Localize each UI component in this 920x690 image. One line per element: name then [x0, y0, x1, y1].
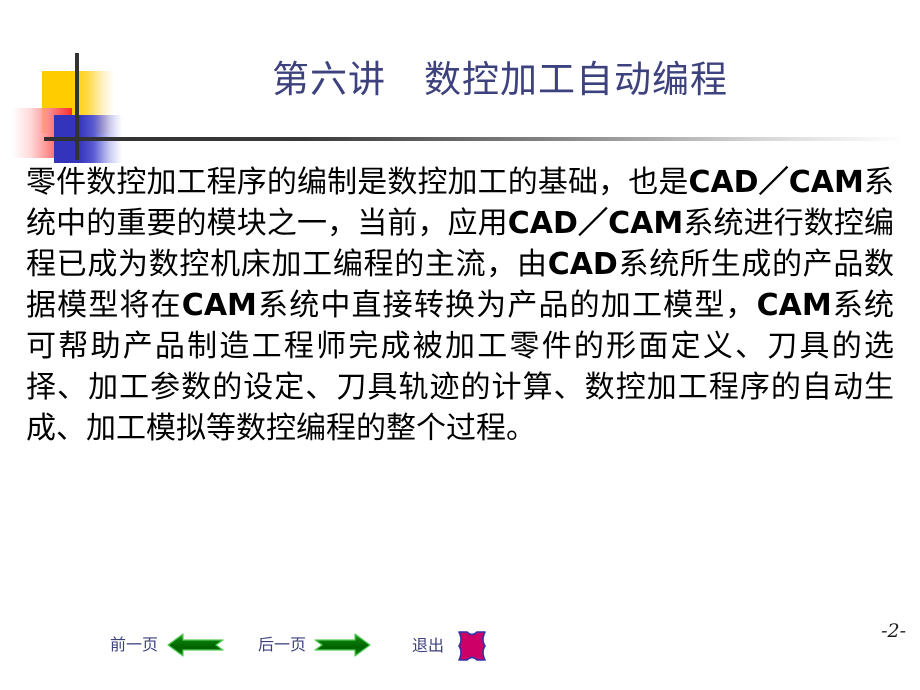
exit-label: 退出 — [412, 636, 445, 655]
exit-button[interactable]: 退出 — [412, 629, 492, 663]
ornament-red-block — [12, 108, 72, 158]
slide: 第六讲 数控加工自动编程 零件数控加工程序的编制是数控加工的基础，也是CAD／C… — [0, 0, 920, 690]
next-page-button[interactable]: 后一页 — [258, 631, 372, 659]
next-page-label: 后一页 — [258, 635, 307, 654]
ornament-vertical-rule — [75, 53, 79, 160]
arrow-right-icon[interactable] — [314, 631, 372, 659]
page-title: 第六讲 数控加工自动编程 — [272, 58, 728, 101]
body-paragraph: 零件数控加工程序的编制是数控加工的基础，也是CAD／CAM系统中的重要的模块之一… — [26, 165, 895, 446]
exit-octagon-icon[interactable] — [452, 629, 492, 663]
prev-page-label: 前一页 — [110, 635, 159, 654]
ornament-horizontal-rule — [44, 137, 904, 141]
ornament-yellow-block — [42, 71, 114, 133]
ornament-blue-block — [54, 115, 122, 163]
arrow-left-icon[interactable] — [166, 631, 224, 659]
body-container: 零件数控加工程序的编制是数控加工的基础，也是CAD／CAM系统中的重要的模块之一… — [26, 162, 894, 449]
navigation-bar: 前一页 后一页 退出 — [0, 625, 920, 670]
page-number: -2- — [881, 620, 906, 642]
prev-page-button[interactable]: 前一页 — [110, 631, 224, 659]
